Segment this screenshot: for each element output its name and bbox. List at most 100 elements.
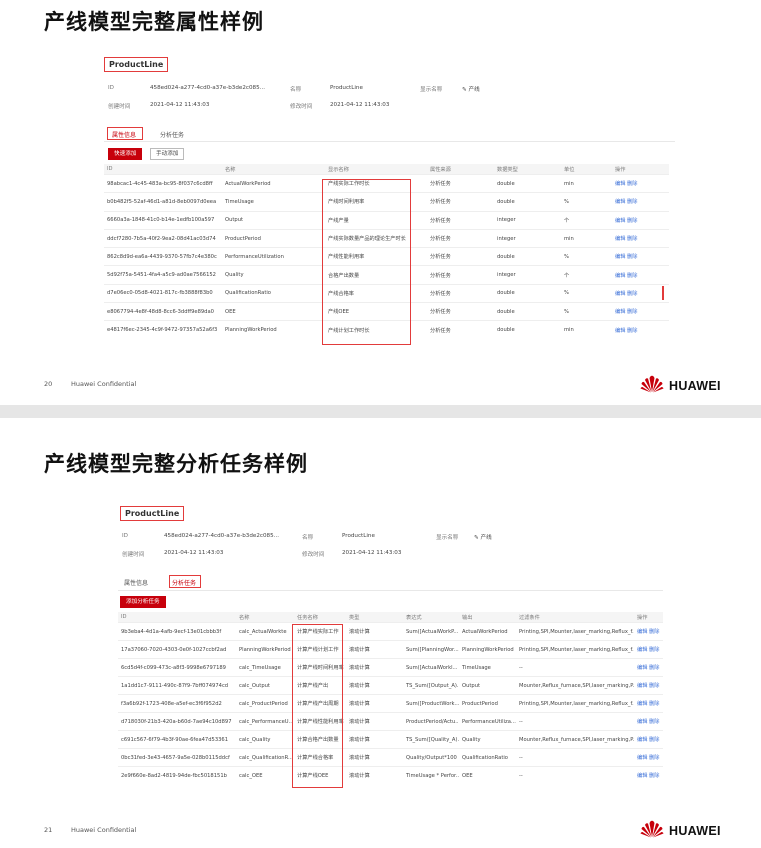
scrollbar[interactable]: [662, 286, 664, 300]
table-cell: 862c8d9d-ea6a-4439-9370-57fb7c4e380c: [104, 247, 222, 266]
name-value: ProductLine: [330, 85, 363, 91]
table-cell: double: [494, 247, 561, 266]
table-cell: %: [561, 192, 612, 212]
column-header: 任务名称: [294, 612, 346, 623]
row-actions[interactable]: 编辑 删除: [612, 265, 669, 285]
row-actions[interactable]: 编辑 删除: [634, 712, 663, 731]
model-name-tag: ProductLine: [104, 57, 169, 72]
table-cell: integer: [494, 210, 561, 230]
display-name-value: ✎ 产线: [474, 535, 492, 541]
row-actions[interactable]: 编辑 删除: [634, 622, 663, 641]
table-cell: f3a6b92f-1723-408e-a5ef-ec3f6f952d2: [118, 694, 236, 713]
row-actions[interactable]: 编辑 删除: [634, 694, 663, 713]
row-actions[interactable]: 编辑 删除: [612, 320, 669, 340]
add-analysis-task-button[interactable]: 添加分析任务: [120, 596, 166, 608]
logo-text: HUAWEI: [669, 824, 721, 838]
huawei-logo: HUAWEI: [640, 374, 730, 396]
table-cell: QualificationRatio: [222, 283, 325, 303]
modified-value: 2021-04-12 11:43:03: [342, 550, 402, 556]
row-actions[interactable]: 编辑 删除: [634, 730, 663, 749]
row-actions[interactable]: 编辑 删除: [612, 228, 669, 248]
table-cell: --: [516, 658, 634, 677]
table-cell: 滚动计算: [346, 748, 403, 767]
table-cell: c691c567-6f79-4b3f-90ae-6fea47d53361: [118, 730, 236, 749]
table-cell: %: [561, 302, 612, 321]
modified-label: 修改时间: [302, 552, 325, 558]
column-header: 名称: [222, 164, 325, 175]
analysis-task-table: ID 名称 任务名称 类型 表达式 输出 过滤条件 操作 9b3eba4-4d1a-4afb-…: [118, 612, 663, 785]
row-actions[interactable]: 编辑 删除: [612, 283, 669, 303]
table-cell: QualificationRatio: [459, 748, 516, 767]
table-cell: %: [561, 247, 612, 266]
row-actions[interactable]: 编辑 删除: [612, 173, 669, 193]
table-cell: e4817f6ec-2345-4c9f-9472-97357a52a6f3: [104, 320, 222, 340]
table-cell: e8067794-4e8f-48d8-8cc6-3ddff9e89da0: [104, 302, 222, 321]
table-cell: 分析任务: [427, 247, 494, 266]
row-actions[interactable]: 编辑 删除: [612, 302, 669, 321]
table-cell: b0b482f5-52af-46d1-a81d-8eb0097d0eea: [104, 192, 222, 212]
row-actions[interactable]: 编辑 删除: [612, 247, 669, 266]
tab-bar: 属性信息 分析任务: [108, 130, 408, 140]
tab-attributes[interactable]: 属性信息: [124, 578, 148, 587]
table-cell: PerformanceUtiliza...: [459, 712, 516, 731]
table-row: 9b3eba4-4d1a-4afb-9ecf-13e01cbbb3f calc_A…: [118, 622, 663, 641]
logo-text: HUAWEI: [669, 379, 721, 393]
column-header: 显示名称: [325, 164, 427, 175]
table-row: d718030f-21b3-420a-b60d-7ae94c10d897 calc…: [118, 712, 663, 731]
tab-analysis-tasks[interactable]: 分析任务: [160, 130, 184, 139]
table-cell: Mounter,Reflux_furnace,SPI,laser_marking…: [516, 676, 634, 695]
table-cell: 滚动计算: [346, 766, 403, 785]
highlight-box: [169, 575, 201, 588]
row-actions[interactable]: 编辑 删除: [634, 748, 663, 767]
table-cell: integer: [494, 228, 561, 248]
quick-add-button[interactable]: 快速添加: [108, 148, 143, 160]
page-number: 20: [44, 380, 53, 388]
table-cell: Quality: [459, 730, 516, 749]
table-cell: Printing,SPI,Mounter,laser_marking,Reflu…: [516, 694, 634, 713]
product-line-screenshot: ProductLine ID 458ed024-a277-4cd0-a37e-b…: [104, 52, 675, 347]
row-actions[interactable]: 编辑 删除: [634, 640, 663, 659]
huawei-logo: HUAWEI: [640, 819, 730, 841]
row-actions[interactable]: 编辑 删除: [634, 658, 663, 677]
created-value: 2021-04-12 11:43:03: [150, 102, 210, 108]
table-cell: Output: [459, 676, 516, 695]
id-label: ID: [122, 533, 128, 539]
table-cell: TS_Sum([Quality_A)...: [403, 730, 459, 749]
table-cell: TimeUsage * Perfor...: [403, 766, 459, 785]
row-actions[interactable]: 编辑 删除: [612, 210, 669, 230]
table-cell: Sum([ActualWorkl...: [403, 658, 459, 677]
column-header: 表达式: [403, 612, 459, 623]
table-cell: --: [516, 712, 634, 731]
column-header: 单位: [561, 164, 612, 175]
table-cell: calc_PerformanceU...: [236, 712, 294, 731]
slide-title: 产线模型完整分析任务样例: [44, 452, 308, 476]
row-actions[interactable]: 编辑 删除: [634, 676, 663, 695]
table-cell: d718030f-21b3-420a-b60d-7ae94c10d897: [118, 712, 236, 731]
tab-divider: [104, 141, 675, 142]
table-cell: calc_Quality: [236, 730, 294, 749]
modified-label: 修改时间: [290, 104, 313, 110]
slide-title: 产线模型完整属性样例: [44, 10, 264, 34]
table-cell: %: [561, 283, 612, 303]
manual-add-button[interactable]: 手动添加: [150, 148, 185, 160]
table-cell: OEE: [222, 302, 325, 321]
row-actions[interactable]: 编辑 删除: [634, 766, 663, 785]
table-cell: 1a1dd1c7-9111-490c-87f9-7bff074974cd: [118, 676, 236, 695]
modified-value: 2021-04-12 11:43:03: [330, 102, 390, 108]
name-label: 名称: [290, 87, 302, 93]
table-cell: integer: [494, 265, 561, 285]
table-cell: calc_Output: [236, 676, 294, 695]
table-cell: calc_ActualWorkte: [236, 622, 294, 641]
page-number: 21: [44, 826, 53, 834]
table-cell: 个: [561, 210, 612, 230]
table-cell: 分析任务: [427, 283, 494, 303]
column-header: 操作: [634, 612, 663, 623]
row-actions[interactable]: 编辑 删除: [612, 192, 669, 212]
table-cell: 分析任务: [427, 320, 494, 340]
model-name-tag: ProductLine: [120, 506, 185, 521]
table-cell: ProductPeriod: [459, 694, 516, 713]
product-line-screenshot: ProductLine ID 458ed024-a277-4cd0-a37e-b…: [118, 504, 663, 789]
table-cell: double: [494, 173, 561, 193]
tab-bar: 属性信息 分析任务: [122, 578, 422, 588]
table-cell: calc_OEE: [236, 766, 294, 785]
